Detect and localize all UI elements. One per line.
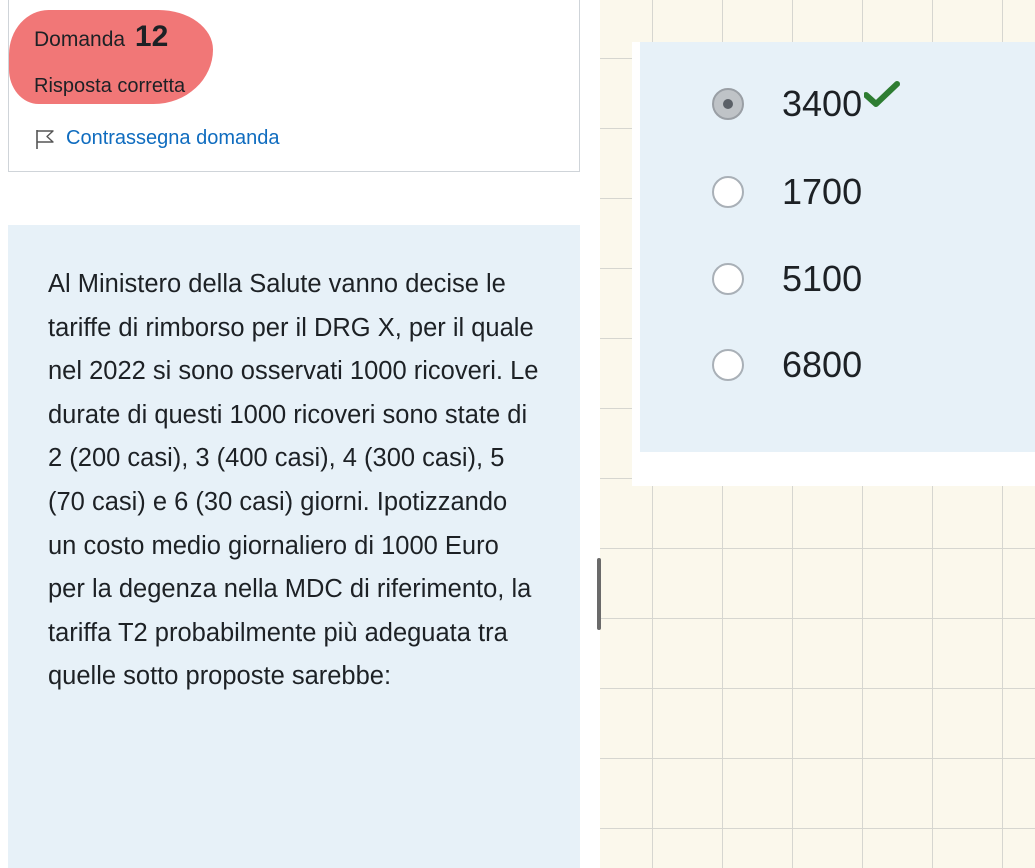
answer-option-4[interactable]: 6800 <box>712 344 863 385</box>
answer-option-2[interactable]: 1700 <box>712 171 863 212</box>
question-text-box: Al Ministero della Salute vanno decise l… <box>8 225 580 868</box>
answer-label: 6800 <box>782 344 863 385</box>
answer-label: 3400 <box>782 83 863 124</box>
question-state: Risposta corretta <box>34 75 186 97</box>
scrollbar-thumb[interactable] <box>597 558 601 630</box>
radio-button[interactable] <box>712 176 744 208</box>
quiz-page: Domanda 12 Risposta corretta Contrassegn… <box>0 0 600 868</box>
radio-button[interactable] <box>712 263 744 295</box>
question-info-box: Domanda 12 Risposta corretta Contrassegn… <box>8 0 580 172</box>
flag-question-label[interactable]: Contrassegna domanda <box>66 127 279 150</box>
question-number-line: Domanda 12 <box>34 20 168 54</box>
answers-box: 3400 1700 5100 6800 <box>640 42 1035 452</box>
radio-button[interactable] <box>712 349 744 381</box>
flag-question-link[interactable]: Contrassegna domanda <box>34 127 279 150</box>
flag-icon[interactable] <box>34 128 56 150</box>
answer-label: 1700 <box>782 171 863 212</box>
answers-panel: 3400 1700 5100 6800 <box>632 42 1035 486</box>
question-text: Al Ministero della Salute vanno decise l… <box>48 270 539 691</box>
check-icon <box>864 81 901 109</box>
question-label: Domanda <box>34 28 126 51</box>
question-number: 12 <box>134 20 169 53</box>
answer-option-3[interactable]: 5100 <box>712 258 863 299</box>
answer-label: 5100 <box>782 258 863 299</box>
answer-option-1[interactable]: 3400 <box>712 81 901 124</box>
radio-button-selected[interactable] <box>712 88 744 120</box>
